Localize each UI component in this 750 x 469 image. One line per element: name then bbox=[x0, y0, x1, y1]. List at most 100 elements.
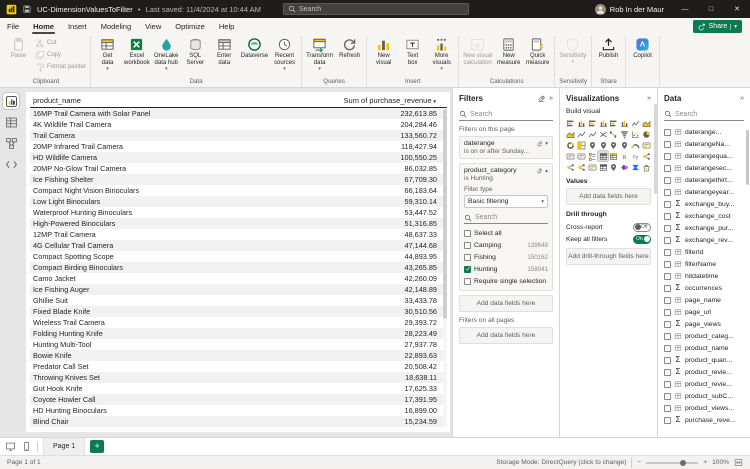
excel-workbook-button[interactable]: Excel workbook bbox=[122, 36, 152, 67]
table-row[interactable]: Ice Fishing Auger42,148.89 bbox=[30, 284, 447, 295]
field-checkbox[interactable] bbox=[664, 141, 671, 148]
field-checkbox[interactable] bbox=[664, 297, 671, 304]
multi-row-card-icon[interactable] bbox=[566, 151, 576, 161]
clear-filter-icon[interactable] bbox=[536, 140, 543, 147]
field-checkbox[interactable] bbox=[664, 357, 671, 364]
data-field-row[interactable]: daterangethirt... bbox=[664, 174, 744, 186]
stacked-bar-chart-icon[interactable] bbox=[566, 118, 576, 128]
line-stacked-column-chart-icon[interactable] bbox=[577, 129, 587, 139]
table-row[interactable]: Folding Hunting Knife28,223.49 bbox=[30, 328, 447, 339]
table-row[interactable]: Gut Hook Knife17,625.33 bbox=[30, 383, 447, 394]
save-icon[interactable] bbox=[22, 4, 32, 14]
field-checkbox[interactable] bbox=[664, 381, 671, 388]
table-row[interactable]: Compact Spotting Scope44,893.95 bbox=[30, 251, 447, 262]
add-page-button[interactable]: + bbox=[90, 440, 104, 453]
column-header-purchase-revenue[interactable]: Sum of purchase_revenue▼ bbox=[307, 96, 447, 105]
data-field-row[interactable]: product_subC... bbox=[664, 390, 744, 402]
field-checkbox[interactable] bbox=[664, 309, 671, 316]
field-checkbox[interactable] bbox=[664, 153, 671, 160]
r-script-visual-icon[interactable]: R bbox=[620, 151, 630, 161]
table-row[interactable]: 4K Wildlife Trail Camera204,284.46 bbox=[30, 119, 447, 130]
data-pane-scrollbar[interactable] bbox=[746, 130, 749, 433]
menu-tab-insert[interactable]: Insert bbox=[61, 18, 94, 35]
data-field-row[interactable]: Σexchange_cost bbox=[664, 210, 744, 222]
line-chart-icon[interactable] bbox=[631, 118, 641, 128]
copilot-button[interactable]: Copilot bbox=[628, 36, 657, 60]
field-checkbox[interactable] bbox=[664, 189, 671, 196]
table-row[interactable]: Low Light Binoculars59,310.14 bbox=[30, 196, 447, 207]
data-field-row[interactable]: product_name bbox=[664, 342, 744, 354]
sql-server-button[interactable]: SQL Server bbox=[181, 36, 210, 67]
report-view-icon[interactable] bbox=[3, 93, 19, 109]
field-checkbox[interactable] bbox=[664, 369, 671, 376]
minimize-button[interactable]: — bbox=[672, 0, 698, 18]
field-checkbox[interactable] bbox=[664, 237, 671, 244]
filters-search-input[interactable]: Search bbox=[459, 108, 553, 121]
report-canvas[interactable]: product_name Sum of purchase_revenue▼ 16… bbox=[22, 88, 452, 437]
data-field-row[interactable]: Σpage_views bbox=[664, 318, 744, 330]
menu-tab-optimize[interactable]: Optimize bbox=[168, 18, 212, 35]
100-stacked-bar-chart-icon[interactable] bbox=[609, 118, 619, 128]
collapse-filters-pane-icon[interactable]: » bbox=[549, 95, 553, 102]
table-row[interactable]: HD Wildlife Camera100,550.25 bbox=[30, 152, 447, 163]
get-data-button[interactable]: Get data▾ bbox=[93, 36, 122, 72]
table-row[interactable]: 16MP Trail Camera with Solar Panel232,61… bbox=[30, 108, 447, 119]
area-chart-icon[interactable] bbox=[641, 118, 651, 128]
field-checkbox[interactable] bbox=[664, 333, 671, 340]
zoom-slider-thumb[interactable] bbox=[680, 460, 686, 466]
data-field-row[interactable]: Σexchange_rev... bbox=[664, 234, 744, 246]
storage-mode-text[interactable]: Storage Mode: DirectQuery (click to chan… bbox=[496, 459, 626, 466]
data-field-row[interactable]: hitdatetime bbox=[664, 270, 744, 282]
map-icon[interactable] bbox=[588, 140, 598, 150]
desktop-layout-icon[interactable] bbox=[5, 441, 16, 452]
data-field-row[interactable]: product_categ... bbox=[664, 330, 744, 342]
shape-map-icon[interactable] bbox=[609, 140, 619, 150]
funnel-chart-icon[interactable] bbox=[620, 129, 630, 139]
100-stacked-column-chart-icon[interactable] bbox=[620, 118, 630, 128]
decomposition-tree-icon[interactable] bbox=[566, 162, 576, 172]
paste-button[interactable]: Paste bbox=[4, 36, 33, 60]
filter-card-product-category[interactable]: product_category ▴ is Hunting Filter typ… bbox=[459, 163, 553, 291]
line-clustered-column-chart-icon[interactable] bbox=[588, 129, 598, 139]
clustered-bar-chart-icon[interactable] bbox=[588, 118, 598, 128]
data-search-input[interactable]: Search bbox=[664, 108, 744, 121]
data-field-row[interactable]: filterId bbox=[664, 246, 744, 258]
table-row[interactable]: Ice Fishing Shelter67,709.30 bbox=[30, 174, 447, 185]
filter-value-row-fishing[interactable]: Fishing150162 bbox=[464, 251, 548, 263]
share-button[interactable]: Share ▾ bbox=[693, 20, 742, 33]
values-dropzone[interactable]: Add data fields here bbox=[566, 188, 651, 205]
scatter-chart-icon[interactable] bbox=[631, 129, 641, 139]
field-checkbox[interactable] bbox=[664, 261, 671, 268]
paginated-report-icon[interactable] bbox=[598, 162, 608, 172]
data-field-row[interactable]: Σproduct_revie... bbox=[664, 366, 744, 378]
zoom-slider[interactable] bbox=[646, 462, 698, 464]
transform-data-button[interactable]: Transform data▾ bbox=[304, 36, 335, 72]
more-visuals-button[interactable]: More visuals▾ bbox=[427, 36, 456, 72]
field-checkbox[interactable] bbox=[664, 285, 671, 292]
table-row[interactable]: Compact Birding Binoculars43,265.85 bbox=[30, 262, 447, 273]
azure-map-icon[interactable] bbox=[620, 140, 630, 150]
field-checkbox[interactable] bbox=[664, 213, 671, 220]
menu-tab-help[interactable]: Help bbox=[212, 18, 241, 35]
table-row[interactable]: High-Powered Binoculars51,316.85 bbox=[30, 218, 447, 229]
clustered-column-chart-icon[interactable] bbox=[598, 118, 608, 128]
copy-button[interactable]: Copy bbox=[33, 49, 88, 61]
arcgis-map-icon[interactable] bbox=[609, 162, 619, 172]
require-single-selection-checkbox[interactable] bbox=[464, 278, 471, 285]
format-painter-button[interactable]: Format painter bbox=[33, 61, 88, 73]
field-checkbox[interactable] bbox=[664, 129, 671, 136]
table-row[interactable]: Hunting Multi-Tool27,937.78 bbox=[30, 339, 447, 350]
table-icon[interactable] bbox=[598, 151, 608, 161]
power-automate-icon[interactable] bbox=[631, 162, 641, 172]
collapse-visualizations-pane-icon[interactable]: » bbox=[647, 95, 651, 102]
data-field-row[interactable]: filterName bbox=[664, 258, 744, 270]
cut-button[interactable]: Cut bbox=[33, 37, 88, 49]
table-row[interactable]: 4G Cellular Trail Camera47,144.68 bbox=[30, 240, 447, 251]
require-single-selection-row[interactable]: Require single selection bbox=[464, 275, 548, 287]
table-row[interactable]: Ghillie Suit33,433.78 bbox=[30, 295, 447, 306]
column-header-product-name[interactable]: product_name bbox=[30, 96, 307, 105]
field-checkbox[interactable] bbox=[664, 225, 671, 232]
table-row[interactable]: 12MP Trail Camera48,637.33 bbox=[30, 229, 447, 240]
report-page[interactable]: product_name Sum of purchase_revenue▼ 16… bbox=[26, 92, 450, 432]
collapse-data-pane-icon[interactable]: » bbox=[740, 95, 744, 102]
